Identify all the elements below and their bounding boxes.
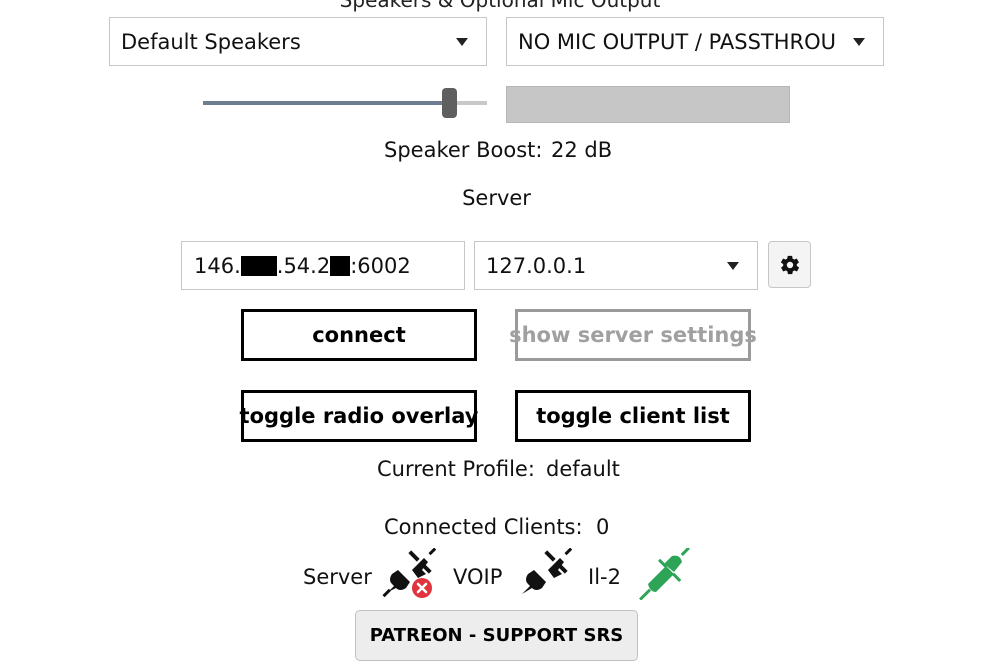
plug-disconnected-icon — [382, 547, 437, 600]
plug-disconnected-icon — [518, 547, 573, 598]
connected-clients-label: Connected Clients: — [384, 515, 583, 539]
chevron-down-icon — [853, 37, 865, 46]
connected-clients-value: 0 — [596, 515, 610, 539]
mic-output-select[interactable]: NO MIC OUTPUT / PASSTHROU — [506, 17, 884, 66]
redacted-block — [330, 255, 351, 276]
server-address-input[interactable]: 146. .54.2 :6002 — [181, 241, 465, 290]
current-profile-value: default — [546, 457, 620, 481]
server-address-part2: .54.2 — [276, 253, 331, 278]
game-status-label: Il-2 — [588, 565, 621, 589]
bind-address-select[interactable]: 127.0.0.1 — [474, 241, 758, 290]
gear-icon — [780, 255, 799, 274]
server-status-label: Server — [303, 565, 372, 589]
server-address-part1: 146. — [194, 253, 241, 278]
voip-status-label: VOIP — [453, 565, 503, 589]
toggle-client-list-button[interactable]: toggle client list — [515, 390, 751, 442]
speaker-device-value: Default Speakers — [121, 29, 301, 54]
redacted-block — [240, 255, 277, 276]
toggle-radio-overlay-button[interactable]: toggle radio overlay — [240, 390, 478, 442]
speaker-level-meter — [506, 86, 790, 123]
speaker-boost-label: Speaker Boost: — [384, 138, 543, 162]
patreon-support-button[interactable]: PATREON - SUPPORT SRS — [355, 610, 638, 661]
speaker-volume-thumb[interactable] — [442, 88, 457, 118]
server-address-part3: :6002 — [350, 253, 411, 278]
speaker-device-select[interactable]: Default Speakers — [109, 17, 487, 66]
speaker-volume-fill — [203, 101, 450, 105]
chevron-down-icon — [727, 261, 739, 270]
audio-section-title: Speakers & Optional Mic Output — [339, 0, 661, 12]
speaker-boost-value: 22 dB — [551, 138, 613, 162]
mic-output-value: NO MIC OUTPUT / PASSTHROU — [518, 29, 837, 54]
current-profile-label: Current Profile: — [377, 457, 535, 481]
server-settings-gear-button[interactable] — [768, 241, 811, 288]
show-server-settings-button[interactable]: show server settings — [509, 309, 757, 361]
plug-connected-icon — [638, 546, 692, 601]
chevron-down-icon — [456, 37, 468, 46]
connect-button[interactable]: connect — [241, 309, 477, 361]
bind-address-value: 127.0.0.1 — [486, 253, 587, 278]
server-section-label: Server — [462, 186, 531, 210]
